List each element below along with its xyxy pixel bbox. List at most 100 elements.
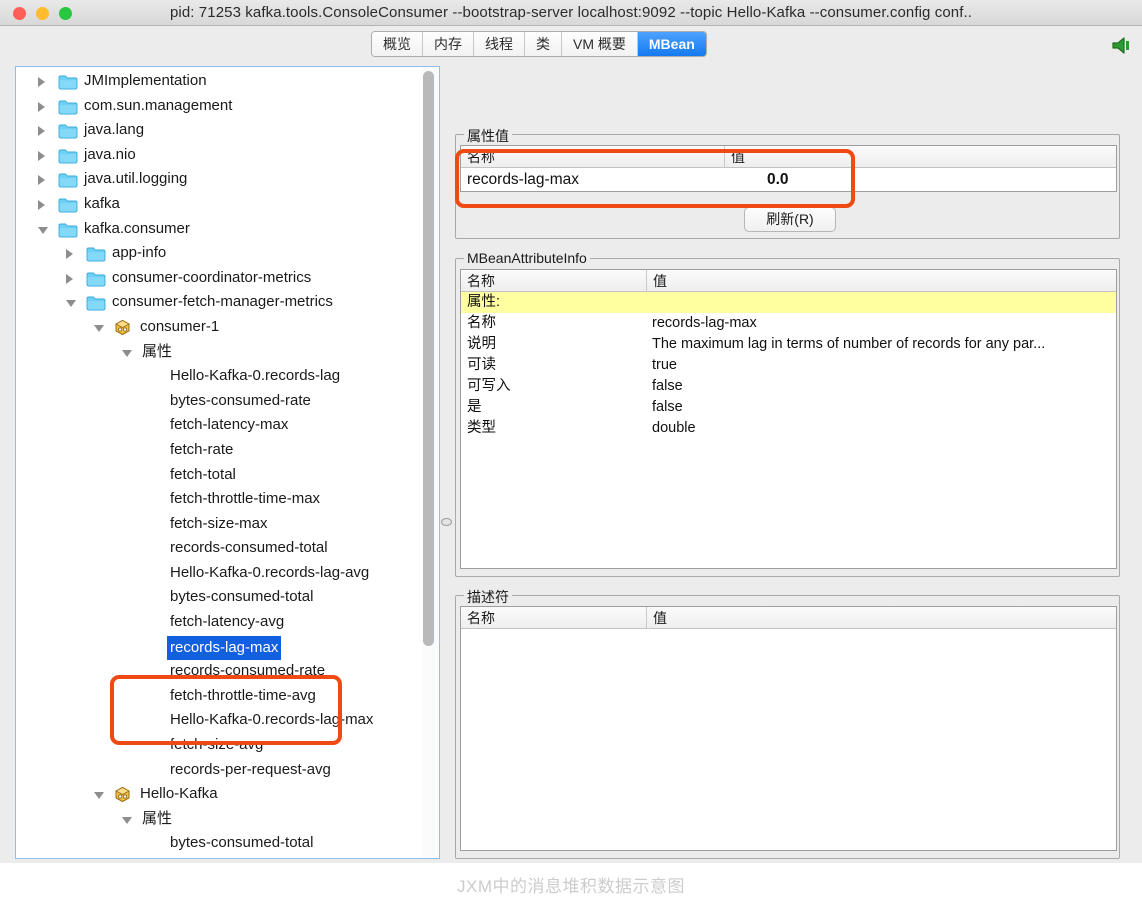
chevron-down-icon[interactable] [94, 325, 104, 332]
tree-node-label[interactable]: records-consumed-rate [170, 659, 325, 684]
tree-node-label[interactable]: fetch-latency-avg [170, 610, 284, 635]
tree-row[interactable]: fetch-throttle-time-max [16, 487, 424, 512]
column-header-value[interactable]: 值 [646, 607, 1116, 629]
table-row[interactable]: 是false [461, 397, 1116, 418]
chevron-down-icon[interactable] [66, 300, 76, 307]
tree-row[interactable]: java.lang [16, 118, 424, 143]
tree-row[interactable]: consumer-1 [16, 315, 424, 340]
tree-row[interactable]: records-per-request-avg [16, 758, 424, 783]
tree-node-label[interactable]: records-per-request-avg [170, 758, 331, 783]
column-header-value[interactable]: 值 [724, 146, 1116, 168]
attribute-value-table[interactable]: 名称 值 records-lag-max 0.0 [460, 145, 1117, 192]
tree-node-label[interactable]: consumer-1 [140, 315, 219, 340]
descriptor-table[interactable]: 名称 值 [460, 606, 1117, 851]
tree-row[interactable]: fetch-latency-max [16, 413, 424, 438]
tree-row[interactable]: bytes-consumed-rate [16, 389, 424, 414]
tab-threads[interactable]: 线程 [474, 32, 525, 56]
chevron-right-icon[interactable] [38, 102, 45, 112]
tree-node-label[interactable]: bytes-consumed-total [170, 831, 313, 856]
tree-node-label[interactable]: Hello-Kafka-0.records-lag [170, 364, 340, 389]
tree-node-label[interactable]: Hello-Kafka [140, 782, 218, 807]
tree-node-label[interactable]: java.util.logging [84, 167, 187, 192]
tree-row[interactable]: app-info [16, 241, 424, 266]
tree-node-label[interactable]: app-info [112, 241, 166, 266]
tree-row[interactable]: fetch-size-max [16, 512, 424, 537]
tree-node-label[interactable]: kafka [84, 192, 120, 217]
tree-node-label[interactable]: java.nio [84, 143, 136, 168]
tree-row[interactable]: fetch-latency-avg [16, 610, 424, 635]
tree-row[interactable]: records-lag-max [16, 635, 424, 660]
tree-node-label[interactable]: kafka.consumer [84, 217, 190, 242]
tree-row[interactable]: consumer-coordinator-metrics [16, 266, 424, 291]
tree-node-label[interactable]: 属性 [142, 340, 172, 365]
chevron-right-icon[interactable] [38, 126, 45, 136]
chevron-down-icon[interactable] [94, 792, 104, 799]
tree-row[interactable]: kafka [16, 192, 424, 217]
table-row[interactable]: 类型double [461, 418, 1116, 439]
tab-classes[interactable]: 类 [525, 32, 562, 56]
attribute-value-row[interactable]: records-lag-max 0.0 [461, 168, 1116, 192]
tree-node-label[interactable]: fetch-throttle-time-max [170, 487, 320, 512]
tree-row[interactable]: java.nio [16, 143, 424, 168]
column-header-name[interactable]: 名称 [461, 270, 646, 292]
mbean-attribute-info-table[interactable]: 名称 值 属性:名称records-lag-max说明The maximum l… [460, 269, 1117, 569]
table-row[interactable]: 说明The maximum lag in terms of number of … [461, 334, 1116, 355]
tree-row[interactable]: JMImplementation [16, 69, 424, 94]
tree-node-label[interactable]: fetch-total [170, 463, 236, 488]
tree-node-label[interactable]: java.lang [84, 118, 144, 143]
tree-node-label[interactable]: Hello-Kafka-0.records-lag-max [170, 708, 373, 733]
tree-node-label[interactable]: fetch-latency-max [170, 413, 288, 438]
chevron-right-icon[interactable] [38, 77, 45, 87]
tree-row[interactable]: fetch-total [16, 463, 424, 488]
tree-node-label[interactable]: records-consumed-total [170, 536, 328, 561]
tree-node-label[interactable]: 属性 [142, 807, 172, 832]
tree-node-label[interactable]: consumer-fetch-manager-metrics [112, 290, 333, 315]
chevron-right-icon[interactable] [38, 200, 45, 210]
tree-row[interactable]: 属性 [16, 807, 424, 832]
tree-row[interactable]: bytes-consumed-total [16, 585, 424, 610]
tree-node-label[interactable]: com.sun.management [84, 94, 232, 119]
tab-memory[interactable]: 内存 [423, 32, 474, 56]
tree-row[interactable]: Hello-Kafka-0.records-lag-max [16, 708, 424, 733]
tree-row[interactable]: Hello-Kafka-0.records-lag [16, 364, 424, 389]
tree-node-label[interactable]: bytes-consumed-rate [170, 389, 311, 414]
tree-node-label[interactable]: bytes-consumed-total [170, 585, 313, 610]
column-header-name[interactable]: 名称 [461, 607, 646, 629]
tree-node-label[interactable]: consumer-coordinator-metrics [112, 266, 311, 291]
tree-node-label[interactable]: fetch-size-max [170, 512, 268, 537]
chevron-down-icon[interactable] [122, 350, 132, 357]
speaker-connected-icon[interactable] [1110, 35, 1136, 55]
tab-overview[interactable]: 概览 [372, 32, 423, 56]
chevron-right-icon[interactable] [38, 175, 45, 185]
tree-row[interactable]: java.util.logging [16, 167, 424, 192]
tree-row[interactable]: fetch-rate [16, 438, 424, 463]
chevron-right-icon[interactable] [66, 249, 73, 259]
chevron-down-icon[interactable] [38, 227, 48, 234]
tree-row[interactable]: kafka.consumer [16, 217, 424, 242]
tree-row[interactable]: records-consumed-rate [16, 659, 424, 684]
panel-splitter-handle[interactable] [441, 518, 452, 526]
tree-node-label[interactable]: fetch-size-avg [170, 733, 263, 758]
tree-row[interactable]: com.sun.management [16, 94, 424, 119]
tab-vm-summary[interactable]: VM 概要 [562, 32, 638, 56]
table-row[interactable]: 可读true [461, 355, 1116, 376]
column-header-name[interactable]: 名称 [461, 146, 724, 168]
tree-node-label[interactable]: JMImplementation [84, 69, 207, 94]
tree-node-label[interactable]: Hello-Kafka-0.records-lag-avg [170, 561, 369, 586]
table-row[interactable]: 属性: [461, 292, 1116, 313]
tree-row[interactable]: consumer-fetch-manager-metrics [16, 290, 424, 315]
tree-row[interactable]: Hello-Kafka [16, 782, 424, 807]
tree-row[interactable]: fetch-throttle-time-avg [16, 684, 424, 709]
tree-row[interactable]: records-consumed-total [16, 536, 424, 561]
table-row[interactable]: 可写入false [461, 376, 1116, 397]
chevron-right-icon[interactable] [38, 151, 45, 161]
table-row[interactable]: 名称records-lag-max [461, 313, 1116, 334]
mbean-tree[interactable]: JMImplementationcom.sun.managementjava.l… [16, 69, 424, 856]
tree-row[interactable]: 属性 [16, 340, 424, 365]
tree-row[interactable]: bytes-consumed-total [16, 831, 424, 856]
tree-scrollbar-thumb[interactable] [423, 71, 434, 646]
mbean-tree-panel[interactable]: JMImplementationcom.sun.managementjava.l… [15, 66, 440, 859]
tree-node-label[interactable]: fetch-rate [170, 438, 233, 463]
refresh-button[interactable]: 刷新(R) [744, 207, 836, 232]
chevron-right-icon[interactable] [66, 274, 73, 284]
